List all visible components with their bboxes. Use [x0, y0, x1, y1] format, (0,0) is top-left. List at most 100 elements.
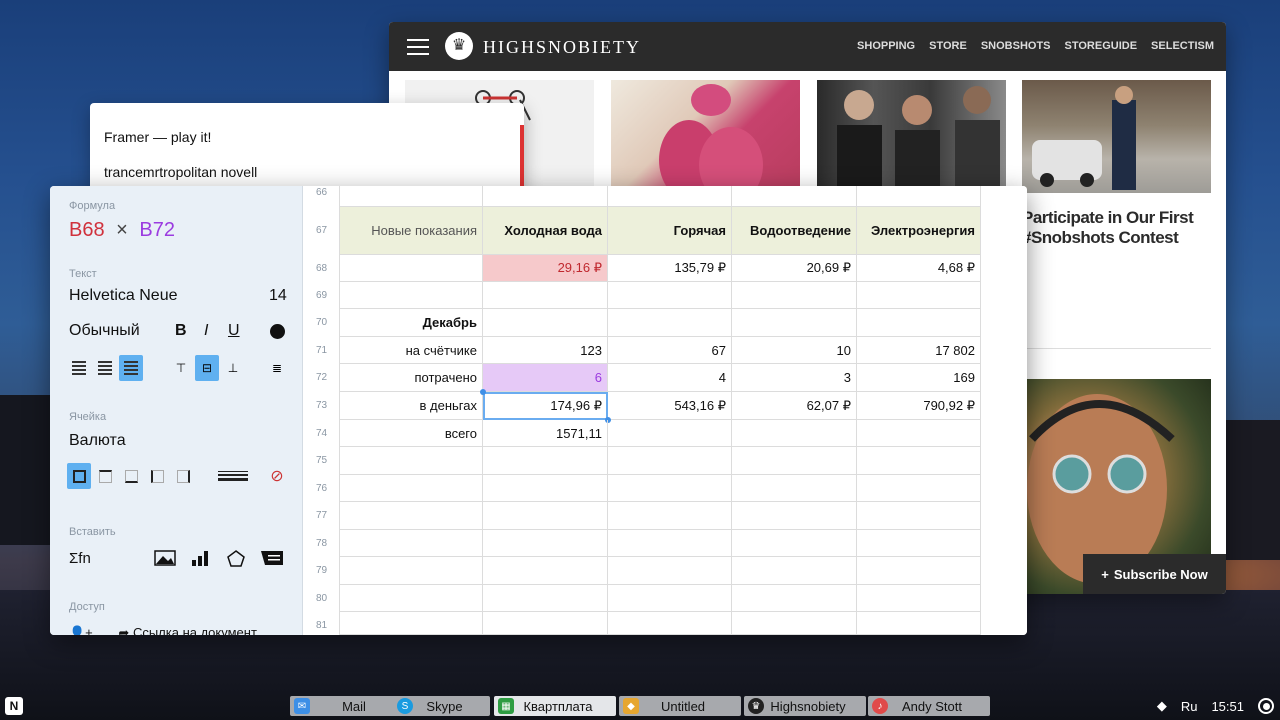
cell-b77[interactable] [483, 502, 608, 530]
cell-b72[interactable]: 6 [483, 364, 608, 392]
font-family-select[interactable]: Helvetica Neue [69, 287, 178, 305]
cell-d79[interactable] [732, 557, 857, 585]
cell-a68[interactable] [340, 255, 483, 282]
text-style-select[interactable]: Обычный [69, 322, 140, 340]
cell-d77[interactable] [732, 502, 857, 530]
cell-e75[interactable] [857, 447, 981, 475]
cell-e71[interactable]: 17 802 [857, 337, 981, 364]
cell-a76[interactable] [340, 475, 483, 502]
spreadsheet-window[interactable]: Формула B68 × B72 Текст Helvetica Neue 1… [50, 186, 1027, 635]
cell-a74[interactable]: всего [340, 420, 483, 447]
row-header-69[interactable]: 69 [304, 282, 340, 309]
site-brand[interactable]: HIGHSNOBIETY [483, 37, 641, 58]
cell-e74[interactable] [857, 420, 981, 447]
cell-b80[interactable] [483, 585, 608, 612]
cell-e76[interactable] [857, 475, 981, 502]
cell-a69[interactable] [340, 282, 483, 309]
valign-middle-button[interactable]: ⊟ [195, 355, 219, 381]
cell-a70-december[interactable]: Декабрь [340, 309, 483, 337]
insert-shape-button[interactable] [227, 548, 245, 568]
cell-d72[interactable]: 3 [732, 364, 857, 392]
formula-ref-2[interactable]: B72 [139, 219, 175, 241]
cell-b79[interactable] [483, 557, 608, 585]
row-header-71[interactable]: 71 [304, 337, 340, 364]
cell-c73[interactable]: 543,16 ₽ [608, 392, 732, 420]
cell-a73[interactable]: в деньгах [340, 392, 483, 420]
row-header-70[interactable]: 70 [304, 309, 340, 337]
cell-d78[interactable] [732, 530, 857, 557]
border-all-button[interactable] [67, 463, 91, 489]
cell-d74[interactable] [732, 420, 857, 447]
cell-b78[interactable] [483, 530, 608, 557]
cell-e79[interactable] [857, 557, 981, 585]
row-header-75[interactable]: 75 [304, 447, 340, 475]
cell-c70[interactable] [608, 309, 732, 337]
cell-e66[interactable] [857, 186, 981, 207]
bold-button[interactable]: B [175, 322, 187, 340]
border-style-button[interactable] [215, 463, 251, 489]
cell-a72[interactable]: потрачено [340, 364, 483, 392]
cell-e80[interactable] [857, 585, 981, 612]
task-highsnobiety[interactable]: ♛ Highsnobiety [744, 696, 866, 716]
header-cell-electricity[interactable]: Электроэнергия [857, 207, 981, 255]
article-thumbnail-2[interactable] [611, 80, 800, 193]
text-wrap-button[interactable]: ≣ [265, 355, 289, 381]
cell-e77[interactable] [857, 502, 981, 530]
article-thumbnail-3[interactable] [817, 80, 1006, 193]
formula-ref-1[interactable]: B68 [69, 219, 105, 241]
note-line-1[interactable]: Framer — play it! [104, 129, 211, 145]
cell-a81[interactable] [340, 612, 483, 635]
cell-b75[interactable] [483, 447, 608, 475]
task-andy-stott[interactable]: ♪ Andy Stott [868, 696, 990, 716]
cell-d71[interactable]: 10 [732, 337, 857, 364]
cell-format-select[interactable]: Валюта [69, 432, 126, 450]
cell-a78[interactable] [340, 530, 483, 557]
row-header-73[interactable]: 73 [304, 392, 340, 420]
spreadsheet-grid[interactable]: 66 67 68 69 70 71 72 73 74 75 76 77 78 7… [304, 186, 1027, 635]
cell-c79[interactable] [608, 557, 732, 585]
align-left-button[interactable] [67, 355, 91, 381]
insert-chart-button[interactable] [191, 548, 211, 568]
cell-a66[interactable] [340, 186, 483, 207]
cell-c75[interactable] [608, 447, 732, 475]
align-center-button[interactable] [93, 355, 117, 381]
task-kvartplata[interactable]: ▦ Квартплата [494, 696, 616, 716]
cell-c72[interactable]: 4 [608, 364, 732, 392]
insert-image-button[interactable] [154, 548, 176, 568]
border-bottom-button[interactable] [119, 463, 143, 489]
cell-e78[interactable] [857, 530, 981, 557]
cell-d75[interactable] [732, 447, 857, 475]
cell-e68[interactable]: 4,68 ₽ [857, 255, 981, 282]
article-thumbnail-4[interactable] [1022, 80, 1211, 193]
keyboard-layout[interactable]: Ru [1181, 699, 1198, 714]
row-header-80[interactable]: 80 [304, 585, 340, 612]
cell-c81[interactable] [608, 612, 732, 635]
border-top-button[interactable] [93, 463, 117, 489]
cell-d66[interactable] [732, 186, 857, 207]
crown-logo-icon[interactable]: ♛ [445, 32, 473, 60]
cell-e70[interactable] [857, 309, 981, 337]
row-header-78[interactable]: 78 [304, 530, 340, 557]
border-left-button[interactable] [145, 463, 169, 489]
nav-storeguide[interactable]: STOREGUIDE [1065, 40, 1138, 52]
cell-d81[interactable] [732, 612, 857, 635]
article-title[interactable]: Participate in Our First #Snobshots Cont… [1022, 208, 1212, 248]
cell-c76[interactable] [608, 475, 732, 502]
cell-b70[interactable] [483, 309, 608, 337]
no-border-button[interactable]: ⊘ [265, 463, 289, 489]
cell-c80[interactable] [608, 585, 732, 612]
text-color-button[interactable] [270, 324, 285, 339]
cell-c69[interactable] [608, 282, 732, 309]
cell-b74[interactable]: 1571,11 [483, 420, 608, 447]
header-cell-cold-water[interactable]: Холодная вода [483, 207, 608, 255]
menu-icon[interactable] [407, 39, 429, 55]
wifi-icon[interactable]: ◆ [1157, 698, 1167, 714]
cell-d68[interactable]: 20,69 ₽ [732, 255, 857, 282]
cell-b71[interactable]: 123 [483, 337, 608, 364]
cell-a79[interactable] [340, 557, 483, 585]
underline-button[interactable]: U [228, 322, 240, 340]
insert-table-button[interactable] [260, 548, 284, 568]
cell-d80[interactable] [732, 585, 857, 612]
clock[interactable]: 15:51 [1211, 699, 1244, 714]
valign-bottom-button[interactable]: ⊥ [221, 355, 245, 381]
